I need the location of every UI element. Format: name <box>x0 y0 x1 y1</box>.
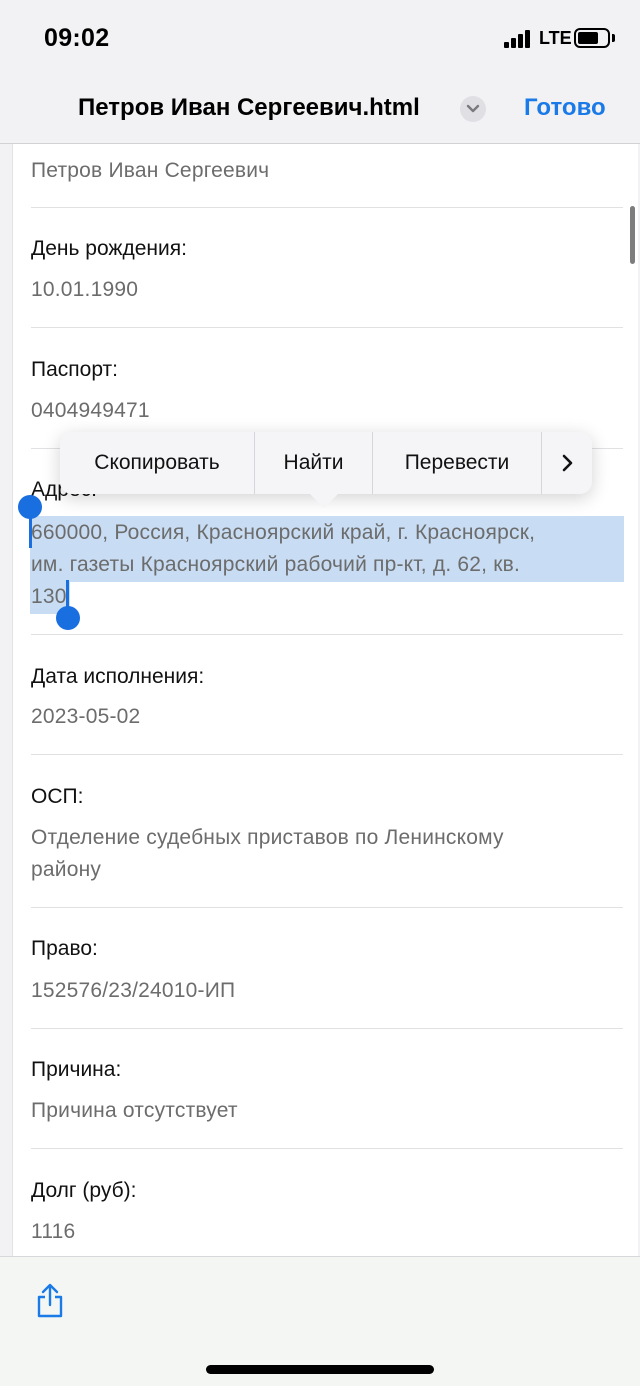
divider <box>31 634 623 635</box>
field-label-passport: Паспорт: <box>31 358 118 381</box>
title-menu-button[interactable] <box>460 96 486 122</box>
status-time: 09:02 <box>44 24 110 52</box>
divider <box>31 754 623 755</box>
nav-bar: Петров Иван Сергеевич.html Готово <box>0 70 640 144</box>
network-type: LTE <box>539 28 572 48</box>
context-menu-pointer <box>310 494 338 508</box>
done-button[interactable]: Готово <box>524 94 606 122</box>
divider <box>31 327 623 328</box>
signal-icon <box>504 30 532 48</box>
divider <box>31 1028 623 1029</box>
divider <box>31 207 623 208</box>
battery-tip <box>612 34 615 42</box>
field-value-address-line1[interactable]: 660000, Россия, Красноярский край, г. Кр… <box>30 516 624 550</box>
selection-start-handle[interactable] <box>18 495 42 519</box>
field-label-osp: ОСП: <box>31 785 84 808</box>
chevron-down-icon <box>466 104 480 113</box>
field-label-execution-date: Дата исполнения: <box>31 665 205 688</box>
menu-more-button[interactable] <box>542 432 592 494</box>
home-indicator <box>206 1365 434 1374</box>
field-value-osp-line2: району <box>31 858 102 881</box>
selection-end-handle[interactable] <box>56 606 80 630</box>
field-label-reason: Причина: <box>31 1058 122 1081</box>
field-value-debt: 1116 <box>31 1220 76 1243</box>
divider <box>31 907 623 908</box>
field-value-execution-date: 2023-05-02 <box>31 705 141 728</box>
battery-icon <box>574 28 610 48</box>
field-label-right: Право: <box>31 937 98 960</box>
menu-item-translate[interactable]: Перевести <box>373 432 542 494</box>
name-value: Петров Иван Сергеевич <box>31 159 270 182</box>
field-value-passport: 0404949471 <box>31 399 150 422</box>
field-label-birthday: День рождения: <box>31 237 187 260</box>
bottom-toolbar <box>0 1256 640 1386</box>
field-value-address-line2[interactable]: им. газеты Красноярский рабочий пр-кт, д… <box>30 548 624 582</box>
document-title[interactable]: Петров Иван Сергеевич.html <box>78 94 420 122</box>
divider <box>31 1148 623 1149</box>
field-value-right: 152576/23/24010-ИП <box>31 979 236 1002</box>
status-bar: 09:02 LTE <box>0 0 640 70</box>
scroll-indicator[interactable] <box>630 206 635 264</box>
field-value-reason: Причина отсутствует <box>31 1099 238 1122</box>
field-value-birthday: 10.01.1990 <box>31 278 139 301</box>
share-icon[interactable] <box>34 1283 66 1319</box>
field-label-debt: Долг (руб): <box>31 1179 137 1202</box>
context-menu: Скопировать Найти Перевести <box>60 432 592 494</box>
field-value-osp-line1: Отделение судебных приставов по Ленинско… <box>31 826 504 849</box>
menu-item-copy[interactable]: Скопировать <box>60 432 255 494</box>
menu-item-find[interactable]: Найти <box>255 432 373 494</box>
chevron-right-icon <box>562 454 573 472</box>
document-view[interactable]: Петров Иван Сергеевич День рождения: 10.… <box>12 144 638 1256</box>
